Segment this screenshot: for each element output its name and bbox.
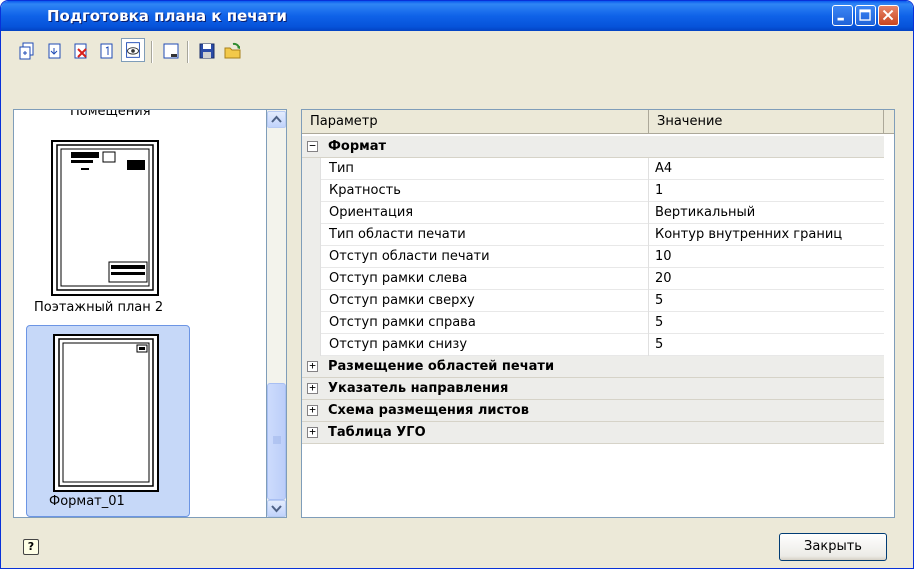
- row-gutter: [302, 290, 320, 312]
- row-gutter: [302, 268, 320, 290]
- property-name: Тип области печати: [320, 224, 649, 246]
- scroll-up-button[interactable]: [267, 111, 286, 128]
- thumbnail-item[interactable]: Помещения: [14, 109, 266, 130]
- category-print-areas[interactable]: + Размещение областей печати: [302, 356, 884, 378]
- minimize-icon: [837, 17, 844, 21]
- row-gutter: [302, 224, 320, 246]
- maximize-icon: [859, 9, 871, 21]
- close-window-button[interactable]: [878, 5, 899, 26]
- column-header-parameter[interactable]: Параметр: [302, 110, 649, 134]
- chevron-down-icon: [271, 505, 282, 513]
- frame-icon[interactable]: [161, 41, 181, 61]
- sheet-preview-image: [53, 334, 159, 492]
- category-label: Указатель направления: [328, 381, 509, 396]
- column-header-value[interactable]: Значение: [649, 110, 884, 134]
- property-row[interactable]: Отступ рамки снизу 5: [302, 334, 884, 356]
- property-name: Отступ рамки справа: [320, 312, 649, 334]
- property-row[interactable]: Отступ рамки слева 20: [302, 268, 884, 290]
- thumbnail-item[interactable]: Поэтажный план 2: [14, 136, 266, 316]
- property-value[interactable]: Вертикальный: [649, 202, 884, 224]
- property-row[interactable]: Тип А4: [302, 158, 884, 180]
- property-value[interactable]: Контур внутренних границ: [649, 224, 884, 246]
- property-row[interactable]: Отступ рамки сверху 5: [302, 290, 884, 312]
- property-name: Ориентация: [320, 202, 649, 224]
- property-row[interactable]: Ориентация Вертикальный: [302, 202, 884, 224]
- category-direction-indicator[interactable]: + Указатель направления: [302, 378, 884, 400]
- category-sheet-layout[interactable]: + Схема размещения листов: [302, 400, 884, 422]
- collapse-toggle[interactable]: −: [307, 140, 318, 152]
- grid-header: Параметр Значение: [302, 110, 894, 134]
- save-icon[interactable]: [197, 41, 217, 61]
- row-gutter: [302, 180, 320, 202]
- preview-icon[interactable]: [121, 38, 145, 62]
- toolbar-separator: [151, 41, 153, 63]
- property-grid[interactable]: Параметр Значение − Формат Тип А4 Кратно…: [301, 109, 895, 518]
- expand-toggle[interactable]: +: [307, 404, 318, 416]
- property-row[interactable]: Тип области печати Контур внутренних гра…: [302, 224, 884, 246]
- window-title: Подготовка плана к печати: [47, 7, 287, 25]
- chevron-up-icon: [271, 115, 282, 123]
- property-name: Кратность: [320, 180, 649, 202]
- thumbnail-label: Формат_01: [49, 494, 125, 509]
- row-gutter: [302, 202, 320, 224]
- expand-toggle[interactable]: +: [307, 360, 318, 372]
- sheet-thumbnails-panel[interactable]: Помещения Поэтажный план 2 Формат_01: [13, 109, 267, 518]
- property-name: Отступ рамки снизу: [320, 334, 649, 356]
- grip-icon: [273, 436, 281, 444]
- thumbnails-scrollbar[interactable]: [267, 109, 287, 518]
- help-icon[interactable]: ?: [23, 539, 39, 555]
- scroll-down-button[interactable]: [267, 500, 286, 517]
- category-label: Таблица УГО: [328, 425, 426, 440]
- property-value[interactable]: А4: [649, 158, 884, 180]
- toolbar: [13, 37, 893, 65]
- toolbar-separator: [187, 41, 189, 63]
- property-value[interactable]: 5: [649, 334, 884, 356]
- property-value[interactable]: 10: [649, 246, 884, 268]
- open-icon[interactable]: [223, 41, 243, 61]
- property-row[interactable]: Отступ области печати 10: [302, 246, 884, 268]
- category-symbols-table[interactable]: + Таблица УГО: [302, 422, 884, 444]
- maximize-button[interactable]: [855, 5, 876, 26]
- category-label: Размещение областей печати: [328, 359, 555, 374]
- property-row[interactable]: Отступ рамки справа 5: [302, 312, 884, 334]
- property-name: Отступ области печати: [320, 246, 649, 268]
- category-label: Схема размещения листов: [328, 403, 529, 418]
- insert-sheet-icon[interactable]: [45, 41, 65, 61]
- row-gutter: [302, 246, 320, 268]
- delete-sheet-icon[interactable]: [71, 41, 91, 61]
- title-bar[interactable]: Подготовка плана к печати: [1, 1, 913, 31]
- property-name: Отступ рамки слева: [320, 268, 649, 290]
- row-gutter: [302, 334, 320, 356]
- property-value[interactable]: 20: [649, 268, 884, 290]
- property-value[interactable]: 5: [649, 290, 884, 312]
- row-gutter: [302, 312, 320, 334]
- sheet-preview-image: [51, 140, 159, 296]
- property-name: Отступ рамки сверху: [320, 290, 649, 312]
- property-value[interactable]: 1: [649, 180, 884, 202]
- thumbnail-label: Поэтажный план 2: [34, 300, 164, 315]
- minimize-button[interactable]: [832, 5, 853, 26]
- expand-toggle[interactable]: +: [307, 426, 318, 438]
- property-name: Тип: [320, 158, 649, 180]
- category-label: Формат: [328, 139, 387, 154]
- print-plan-dialog: Подготовка плана к печати Помещения Поэт…: [0, 0, 914, 569]
- row-gutter: [302, 158, 320, 180]
- property-value[interactable]: 5: [649, 312, 884, 334]
- close-button[interactable]: Закрыть: [779, 533, 887, 561]
- scroll-thumb[interactable]: [267, 383, 286, 500]
- expand-toggle[interactable]: +: [307, 382, 318, 394]
- close-icon: [882, 9, 894, 21]
- thumbnail-label: Помещения: [70, 109, 151, 119]
- thumbnail-item-selected[interactable]: Формат_01: [26, 325, 190, 517]
- sheet-number-icon[interactable]: [97, 41, 117, 61]
- category-format[interactable]: − Формат: [302, 136, 884, 158]
- property-row[interactable]: Кратность 1: [302, 180, 884, 202]
- add-sheet-icon[interactable]: [17, 41, 37, 61]
